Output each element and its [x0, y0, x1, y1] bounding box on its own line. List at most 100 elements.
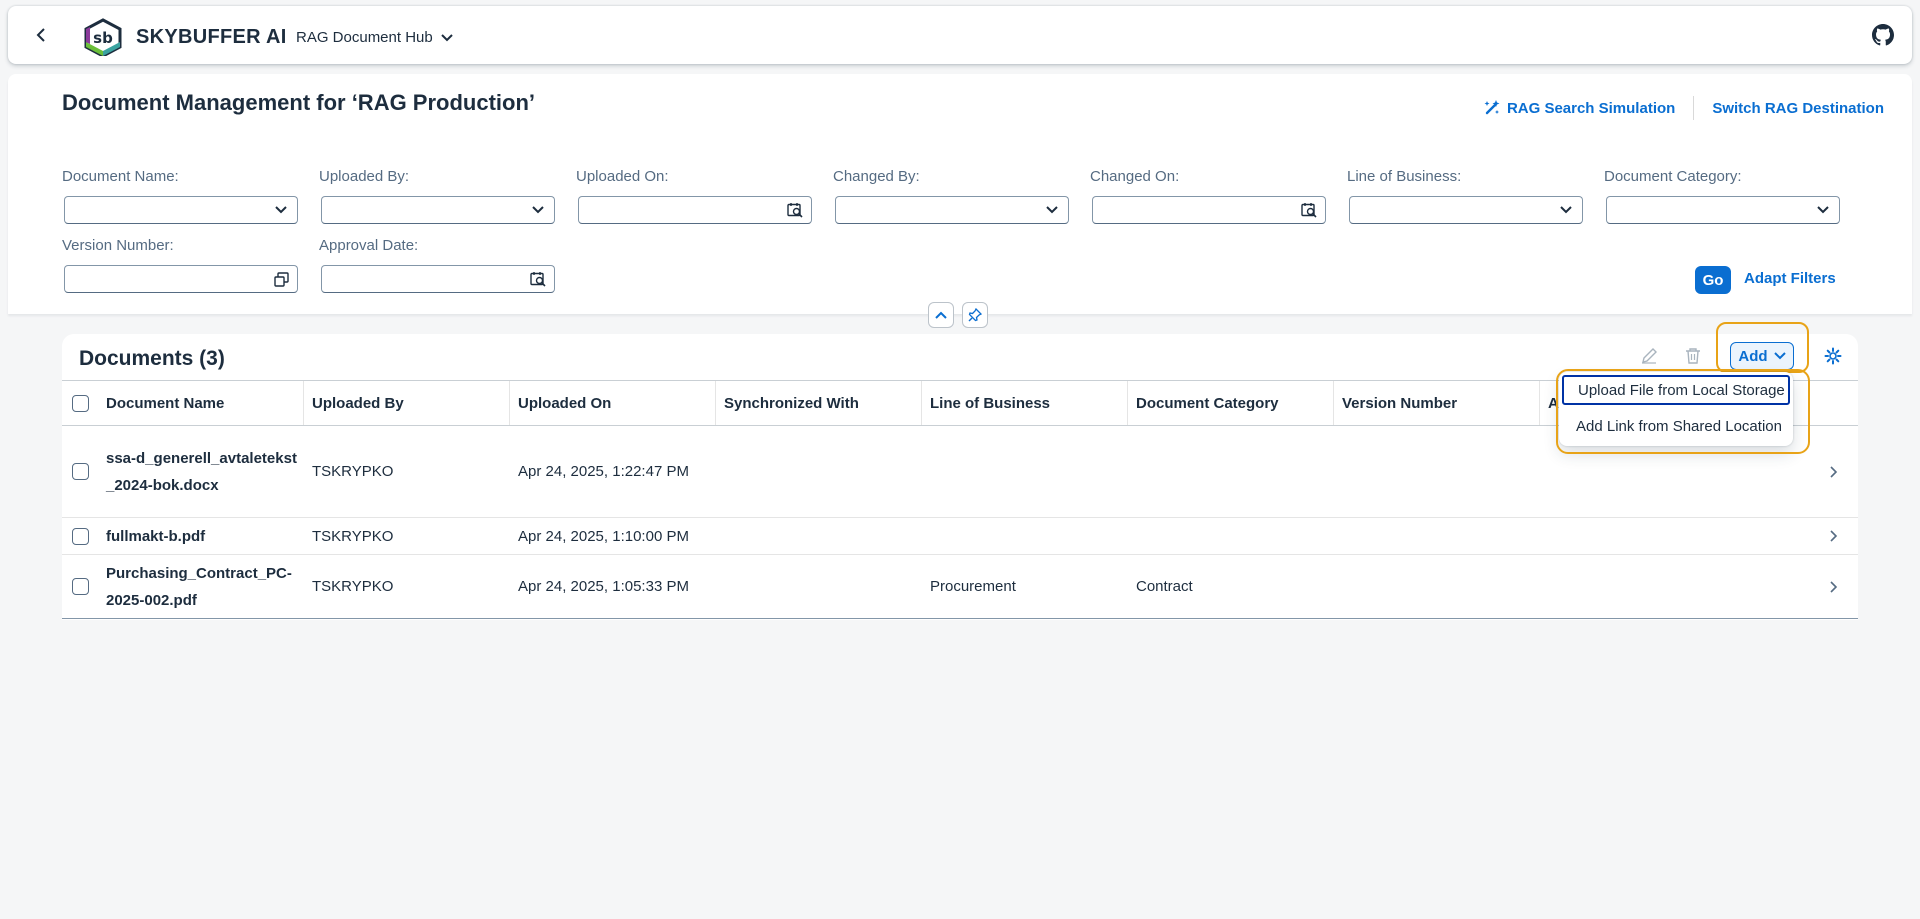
filter-changed-by: Changed By:: [833, 168, 1069, 224]
version-number-input[interactable]: [65, 266, 265, 292]
adapt-filters-button[interactable]: Adapt Filters: [1744, 270, 1836, 287]
edit-button[interactable]: [1640, 347, 1658, 365]
line-of-business-combobox[interactable]: [1349, 196, 1583, 224]
document-category-input[interactable]: [1607, 197, 1807, 223]
column-header-uploaded-on[interactable]: Uploaded On: [510, 381, 716, 425]
document-name-input[interactable]: [65, 197, 265, 223]
row-checkbox[interactable]: [71, 578, 89, 595]
row-select-cell: [62, 463, 98, 480]
document-name-cell: fullmakt-b.pdf: [106, 527, 206, 545]
approval-date-datepicker[interactable]: [321, 265, 555, 293]
filter-document-name: Document Name:: [62, 168, 298, 224]
select-all-checkbox[interactable]: [71, 394, 89, 412]
uploaded-by-cell: TSKRYPKO: [312, 527, 394, 545]
line-of-business-cell: Procurement: [930, 578, 1016, 595]
rag-search-simulation-button[interactable]: RAG Search Simulation: [1465, 99, 1693, 117]
calendar-icon[interactable]: [530, 271, 546, 287]
app-switcher[interactable]: RAG Document Hub: [296, 29, 453, 46]
add-menu: Upload File from Local Storage Add Link …: [1559, 372, 1793, 446]
chevron-up-icon: [935, 311, 947, 319]
header-toggle-buttons: [928, 302, 988, 328]
uploaded-by-input[interactable]: [322, 197, 522, 223]
filter-approval-date-label: Approval Date:: [319, 237, 419, 254]
pin-header-button[interactable]: [962, 302, 988, 328]
chevron-down-icon: [1773, 352, 1786, 360]
uploaded-on-input[interactable]: [579, 197, 779, 223]
document-name-cell: Purchasing_Contract_PC-2025-002.pdf: [106, 564, 292, 609]
back-button[interactable]: [30, 23, 54, 47]
brand-name: SKYBUFFER AI: [136, 26, 287, 48]
chevron-down-icon: [441, 33, 453, 41]
calendar-icon[interactable]: [787, 202, 803, 218]
chevron-right-icon[interactable]: [1828, 465, 1840, 478]
menu-item-upload-file[interactable]: Upload File from Local Storage: [1562, 375, 1790, 405]
add-button[interactable]: Add: [1730, 342, 1794, 370]
switch-rag-destination-button[interactable]: Switch RAG Destination: [1694, 100, 1902, 117]
filter-approval-date: Approval Date:: [319, 237, 555, 293]
app-title: RAG Document Hub: [296, 29, 433, 46]
column-header-synchronized-with[interactable]: Synchronized With: [716, 381, 922, 425]
sparkle-search-icon: [1484, 100, 1500, 115]
gear-icon: [1824, 347, 1842, 365]
row-checkbox[interactable]: [71, 527, 89, 545]
uploaded-on-cell: Apr 24, 2025, 1:22:47 PM: [518, 463, 689, 480]
filter-document-category-label: Document Category:: [1604, 168, 1742, 185]
row-select-cell: [62, 527, 98, 545]
uploaded-on-cell: Apr 24, 2025, 1:05:33 PM: [518, 578, 689, 595]
uploaded-by-combobox[interactable]: [321, 196, 555, 224]
delete-icon: [1686, 348, 1700, 364]
value-help-icon[interactable]: [273, 271, 289, 287]
edit-icon: [1642, 348, 1657, 364]
row-checkbox[interactable]: [71, 463, 89, 480]
delete-button[interactable]: [1684, 347, 1702, 365]
changed-on-datepicker[interactable]: [1092, 196, 1326, 224]
filter-uploaded-by: Uploaded By:: [319, 168, 555, 224]
chevron-down-icon[interactable]: [1558, 202, 1574, 218]
page-title: Document Management for ‘RAG Production’: [62, 90, 536, 115]
column-header-line-of-business[interactable]: Line of Business: [922, 381, 1128, 425]
switch-rag-destination-label: Switch RAG Destination: [1712, 99, 1884, 117]
collapse-header-button[interactable]: [928, 302, 954, 328]
filter-uploaded-by-label: Uploaded By:: [319, 168, 410, 185]
menu-item-add-link[interactable]: Add Link from Shared Location: [1562, 411, 1790, 441]
filter-uploaded-on: Uploaded On:: [576, 168, 812, 224]
table-settings-button[interactable]: [1824, 347, 1842, 365]
chevron-down-icon[interactable]: [1815, 202, 1831, 218]
logo-text: sb: [93, 29, 113, 47]
changed-on-input[interactable]: [1093, 197, 1293, 223]
github-icon: [1872, 24, 1894, 46]
table-row[interactable]: Purchasing_Contract_PC-2025-002.pdf TSKR…: [62, 555, 1858, 619]
uploaded-by-cell: TSKRYPKO: [312, 463, 394, 480]
uploaded-on-datepicker[interactable]: [578, 196, 812, 224]
changed-by-input[interactable]: [836, 197, 1036, 223]
filter-version-number: Version Number:: [62, 237, 298, 293]
row-select-cell: [62, 578, 98, 595]
chevron-right-icon[interactable]: [1828, 530, 1840, 542]
skybuffer-logo: sb: [80, 18, 126, 58]
go-button[interactable]: Go: [1695, 266, 1731, 294]
chevron-down-icon[interactable]: [530, 202, 546, 218]
table-row[interactable]: fullmakt-b.pdf TSKRYPKO Apr 24, 2025, 1:…: [62, 518, 1858, 555]
select-all-cell: [62, 394, 98, 412]
chevron-down-icon[interactable]: [273, 202, 289, 218]
calendar-icon[interactable]: [1301, 202, 1317, 218]
chevron-left-icon: [36, 28, 45, 42]
document-name-combobox[interactable]: [64, 196, 298, 224]
filter-document-name-label: Document Name:: [62, 168, 179, 185]
filter-header: Document Management for ‘RAG Production’…: [8, 74, 1912, 314]
pin-icon: [968, 308, 982, 322]
chevron-right-icon[interactable]: [1828, 580, 1840, 593]
column-header-document-name[interactable]: Document Name: [98, 381, 304, 425]
github-link[interactable]: [1872, 24, 1894, 46]
filter-version-number-label: Version Number:: [62, 237, 174, 254]
approval-date-input[interactable]: [322, 266, 522, 292]
uploaded-on-cell: Apr 24, 2025, 1:10:00 PM: [518, 527, 689, 545]
column-header-document-category[interactable]: Document Category: [1128, 381, 1334, 425]
column-header-uploaded-by[interactable]: Uploaded By: [304, 381, 510, 425]
column-header-version-number[interactable]: Version Number: [1334, 381, 1540, 425]
changed-by-combobox[interactable]: [835, 196, 1069, 224]
line-of-business-input[interactable]: [1350, 197, 1550, 223]
version-number-field[interactable]: [64, 265, 298, 293]
chevron-down-icon[interactable]: [1044, 202, 1060, 218]
document-category-combobox[interactable]: [1606, 196, 1840, 224]
